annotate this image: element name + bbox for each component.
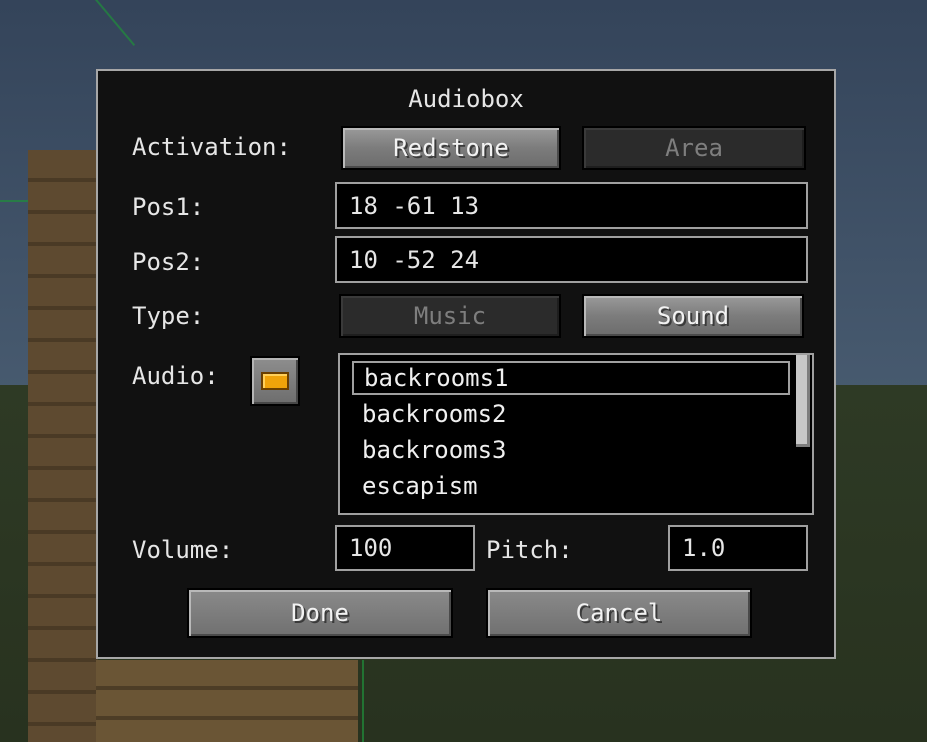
audio-label: Audio: bbox=[132, 362, 219, 390]
audio-list[interactable]: backrooms1 backrooms2 backrooms3 escapis… bbox=[338, 353, 814, 515]
pitch-value: 1.0 bbox=[682, 534, 726, 562]
wood-block bbox=[96, 660, 358, 742]
audio-picker-button[interactable] bbox=[250, 356, 300, 406]
type-label: Type: bbox=[132, 302, 205, 330]
audio-list-item[interactable]: backrooms1 bbox=[352, 361, 790, 395]
guide-line bbox=[362, 660, 364, 742]
audio-list-scrollbar[interactable] bbox=[796, 355, 812, 513]
type-sound-button[interactable]: Sound bbox=[582, 294, 804, 338]
activation-label: Activation: bbox=[132, 133, 291, 161]
wood-block bbox=[28, 150, 98, 742]
pitch-label: Pitch: bbox=[486, 536, 573, 564]
done-button[interactable]: Done bbox=[187, 588, 453, 638]
audio-list-item[interactable]: backrooms2 bbox=[352, 397, 507, 431]
pos2-value: 10 -52 24 bbox=[349, 245, 480, 274]
scrollbar-thumb[interactable] bbox=[796, 355, 810, 447]
pitch-input[interactable]: 1.0 bbox=[668, 525, 808, 571]
volume-input[interactable]: 100 bbox=[335, 525, 475, 571]
volume-label: Volume: bbox=[132, 536, 234, 564]
pos1-value: 18 -61 13 bbox=[349, 191, 480, 220]
cancel-button[interactable]: Cancel bbox=[486, 588, 752, 638]
type-music-button[interactable]: Music bbox=[339, 294, 561, 338]
pos1-input[interactable]: 18 -61 13 bbox=[335, 182, 808, 229]
pos1-label: Pos1: bbox=[132, 193, 205, 221]
music-disc-icon bbox=[261, 372, 289, 390]
dialog-title: Audiobox bbox=[408, 85, 524, 113]
activation-area-button[interactable]: Area bbox=[582, 126, 806, 170]
audio-list-item[interactable]: escapism bbox=[352, 469, 478, 503]
volume-value: 100 bbox=[349, 534, 393, 562]
pos2-input[interactable]: 10 -52 24 bbox=[335, 236, 808, 283]
audiobox-dialog: Audiobox Activation: Redstone Area Pos1:… bbox=[96, 69, 836, 659]
activation-redstone-button[interactable]: Redstone bbox=[341, 126, 561, 170]
audio-list-item[interactable]: backrooms3 bbox=[352, 433, 507, 467]
pos2-label: Pos2: bbox=[132, 248, 205, 276]
